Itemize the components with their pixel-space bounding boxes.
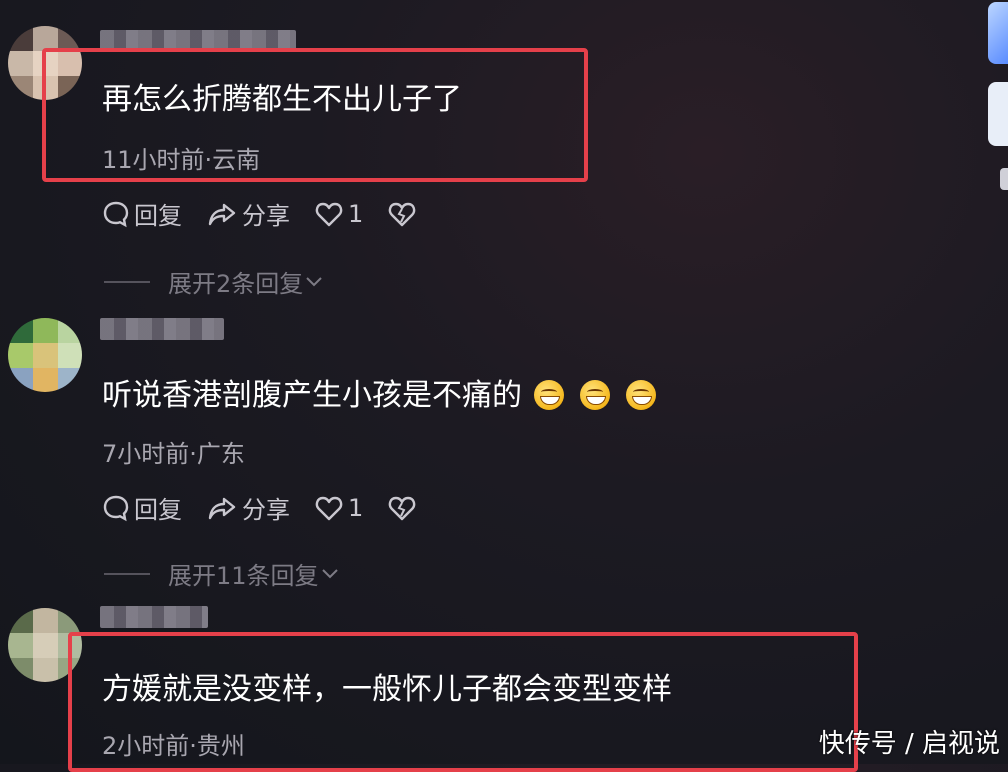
reply-label: 回复	[134, 202, 182, 230]
share-arrow-icon	[208, 203, 236, 225]
broken-heart-icon	[389, 202, 416, 226]
speech-bubble-icon	[103, 201, 129, 227]
divider	[104, 280, 150, 283]
grinning-face-emoji-icon	[534, 380, 564, 410]
chevron-down-icon	[321, 568, 338, 578]
heart-icon	[315, 496, 343, 520]
expand-replies[interactable]: 展开11条回复	[104, 556, 339, 591]
username-blurred[interactable]	[100, 606, 208, 628]
share-button[interactable]: 分享	[206, 490, 290, 525]
speech-bubble-icon	[103, 495, 129, 521]
grinning-face-emoji-icon	[580, 380, 610, 410]
like-button[interactable]: 1	[314, 494, 363, 522]
comment-actions: 回复 分享 1	[102, 196, 445, 231]
heart-icon	[315, 202, 343, 226]
comment-meta: 7小时前·广东	[102, 440, 245, 468]
highlight-box	[68, 632, 858, 772]
share-button[interactable]: 分享	[206, 196, 290, 231]
username-blurred[interactable]	[100, 318, 224, 340]
broken-heart-icon	[389, 496, 416, 520]
dislike-button[interactable]	[387, 494, 421, 522]
comment-text: 听说香港剖腹产生小孩是不痛的	[102, 376, 656, 416]
share-arrow-icon	[208, 497, 236, 519]
expand-replies-label: 展开11条回复	[168, 562, 319, 590]
side-dot-icon	[1000, 168, 1008, 190]
divider	[104, 572, 150, 575]
reply-label: 回复	[134, 496, 182, 524]
comment-item: 听说香港剖腹产生小孩是不痛的 7小时前·广东 回复 分享 1 展开11条回复	[0, 300, 940, 600]
like-count: 1	[348, 199, 364, 228]
side-app-icon-secondary[interactable]	[988, 82, 1008, 146]
side-app-icon[interactable]	[988, 2, 1008, 64]
reply-button[interactable]: 回复	[102, 196, 182, 231]
chevron-down-icon	[306, 276, 322, 286]
share-label: 分享	[242, 496, 290, 524]
share-label: 分享	[242, 202, 290, 230]
comment-actions: 回复 分享 1	[102, 490, 445, 525]
grinning-face-emoji-icon	[626, 380, 656, 410]
watermark-text: 快传号 / 启视说	[818, 729, 1000, 759]
reply-button[interactable]: 回复	[102, 490, 182, 525]
highlight-box	[42, 48, 588, 182]
avatar[interactable]	[8, 318, 82, 392]
expand-replies[interactable]: 展开2条回复	[104, 264, 323, 299]
like-count: 1	[348, 493, 364, 522]
comment-text-body: 听说香港剖腹产生小孩是不痛的	[102, 378, 522, 413]
like-button[interactable]: 1	[314, 200, 363, 228]
expand-replies-label: 展开2条回复	[168, 270, 304, 298]
dislike-button[interactable]	[387, 200, 421, 228]
